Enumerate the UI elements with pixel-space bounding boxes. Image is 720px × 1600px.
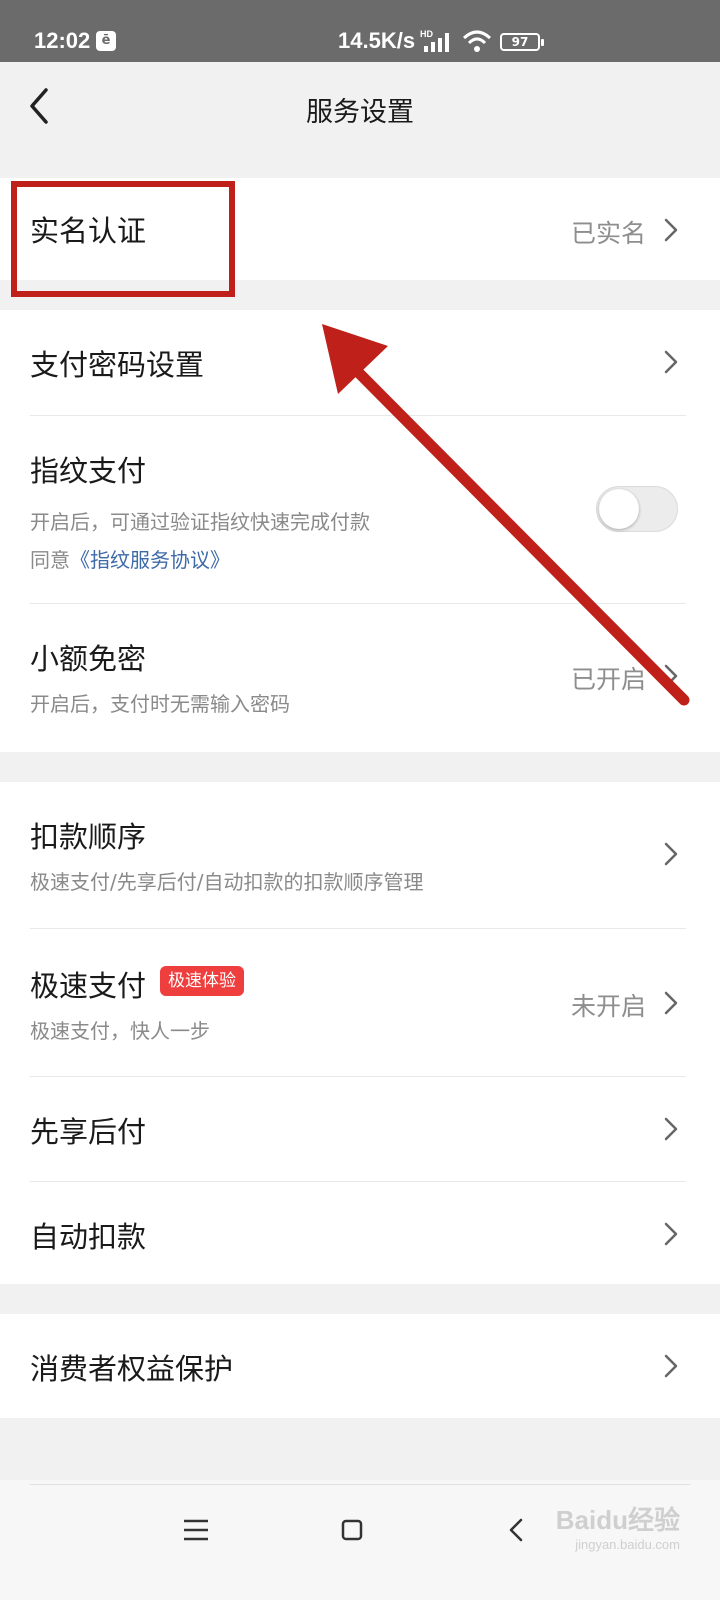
consumer-protection-row[interactable]: 消费者权益保护: [0, 1314, 720, 1418]
chevron-right-icon: [664, 1222, 678, 1246]
watermark-main: Baidu经验: [555, 1505, 680, 1535]
pay-later-row[interactable]: 先享后付: [0, 1077, 720, 1181]
signal-icon: HD: [420, 29, 449, 52]
chevron-right-icon: [664, 991, 678, 1015]
chevron-right-icon: [664, 1117, 678, 1141]
annotation-highlight-box: [11, 181, 235, 297]
real-name-status: 已实名: [570, 219, 646, 248]
fingerprint-description: 开启后，可通过验证指纹快速完成付款: [30, 510, 370, 534]
payment-group: 支付密码设置 指纹支付 开启后，可通过验证指纹快速完成付款 同意《指纹服务协议》…: [0, 310, 720, 752]
status-time: 12:02: [34, 28, 91, 53]
fingerprint-row: 指纹支付 开启后，可通过验证指纹快速完成付款 同意《指纹服务协议》: [0, 416, 720, 603]
small-free-status: 已开启: [570, 665, 646, 694]
svg-text:HD: HD: [420, 29, 433, 39]
fast-pay-description: 极速支付，快人一步: [30, 1019, 210, 1043]
fast-pay-status: 未开启: [570, 992, 646, 1021]
header-bar: 服务设置: [0, 62, 720, 150]
fast-pay-badge: 极速体验: [160, 966, 244, 996]
menu-icon[interactable]: [176, 1510, 216, 1550]
toggle-knob: [599, 489, 639, 529]
fast-pay-label: 极速支付: [30, 969, 147, 1003]
small-free-row[interactable]: 小额免密 开启后，支付时无需输入密码 已开启: [0, 604, 720, 752]
agreement-prefix: 同意: [30, 548, 70, 572]
chevron-right-icon: [664, 1354, 678, 1378]
fingerprint-label: 指纹支付: [30, 454, 147, 488]
divider: [30, 1484, 690, 1485]
auto-deduct-label: 自动扣款: [30, 1220, 147, 1254]
fingerprint-agreement-link[interactable]: 《指纹服务协议》: [70, 548, 230, 572]
deduction-order-row[interactable]: 扣款顺序 极速支付/先享后付/自动扣款的扣款顺序管理: [0, 782, 720, 928]
status-bar: 12:02 ē 14.5K/s HD 97: [0, 0, 720, 62]
baidu-watermark: Baidu经验 jingyan.baidu.com: [540, 1500, 680, 1552]
watermark-sub: jingyan.baidu.com: [575, 1537, 680, 1552]
fingerprint-agreement: 同意《指纹服务协议》: [30, 544, 230, 573]
chevron-right-icon: [664, 842, 678, 866]
notification-icon: ē: [96, 31, 116, 51]
consumer-group: 消费者权益保护: [0, 1314, 720, 1418]
page-title: 服务设置: [306, 97, 414, 128]
network-speed: 14.5K/s: [338, 28, 416, 53]
chevron-right-icon: [664, 350, 678, 374]
deduction-order-description: 极速支付/先享后付/自动扣款的扣款顺序管理: [30, 870, 424, 894]
back-nav-icon[interactable]: [496, 1510, 536, 1550]
pay-later-label: 先享后付: [30, 1115, 147, 1149]
battery-icon: 97: [500, 33, 544, 51]
consumer-protection-label: 消费者权益保护: [30, 1352, 234, 1386]
deduction-group: 扣款顺序 极速支付/先享后付/自动扣款的扣款顺序管理 极速支付 极速支付，快人一…: [0, 782, 720, 1284]
fingerprint-toggle[interactable]: [596, 486, 678, 532]
home-icon[interactable]: [332, 1510, 372, 1550]
chevron-right-icon: [664, 218, 678, 242]
auto-deduct-row[interactable]: 自动扣款: [0, 1182, 720, 1284]
pay-password-label: 支付密码设置: [30, 348, 205, 382]
chevron-right-icon: [664, 664, 678, 688]
pay-password-row[interactable]: 支付密码设置: [0, 310, 720, 415]
fast-pay-row[interactable]: 极速支付 极速支付，快人一步 未开启: [0, 929, 720, 1076]
deduction-order-label: 扣款顺序: [30, 820, 147, 854]
wifi-icon: [462, 30, 492, 52]
small-free-description: 开启后，支付时无需输入密码: [30, 692, 290, 716]
small-free-label: 小额免密: [30, 642, 147, 676]
